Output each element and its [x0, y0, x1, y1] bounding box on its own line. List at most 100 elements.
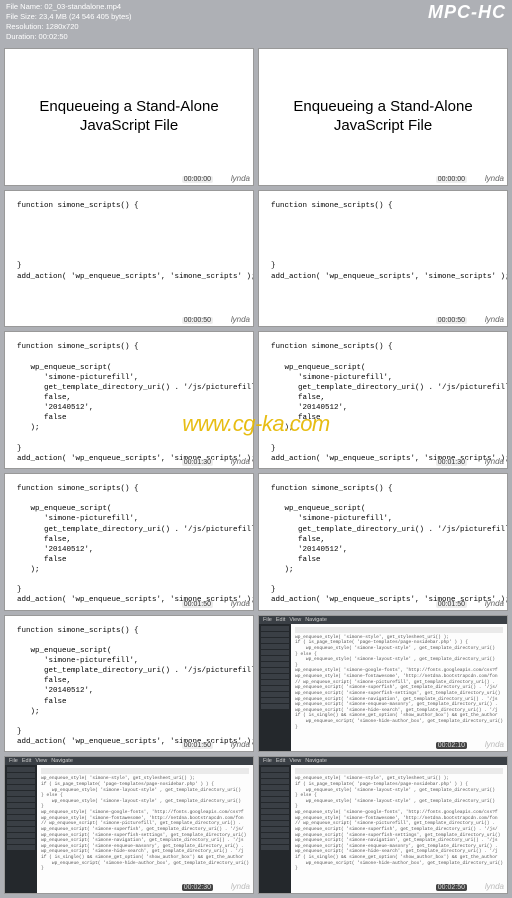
thumbnail-cell[interactable]: FileEditViewNavigatewp_enqueue_style( 's… [4, 756, 254, 894]
sidebar-item[interactable] [7, 785, 35, 790]
sidebar-item[interactable] [261, 626, 289, 631]
sidebar-item[interactable] [7, 767, 35, 772]
sidebar-item[interactable] [261, 833, 289, 838]
menu-item[interactable]: View [35, 758, 47, 764]
sidebar-item[interactable] [261, 797, 289, 802]
sidebar-item[interactable] [261, 644, 289, 649]
sidebar-item[interactable] [7, 833, 35, 838]
lynda-watermark: lynda [231, 599, 250, 608]
lynda-watermark: lynda [231, 740, 250, 749]
thumbnail-cell[interactable]: function simone_scripts() { wp_enqueue_s… [258, 473, 508, 611]
sidebar-item[interactable] [7, 839, 35, 844]
code-line: wp_enqueue_script( 'simone-hide-author_b… [295, 719, 503, 725]
sidebar-item[interactable] [261, 686, 289, 691]
sidebar-item[interactable] [261, 821, 289, 826]
editor-main[interactable]: wp_enqueue_style( 'simone-style', get_st… [37, 765, 253, 893]
editor-sidebar[interactable] [259, 624, 291, 752]
sidebar-item[interactable] [7, 809, 35, 814]
sidebar-item[interactable] [261, 803, 289, 808]
timestamp: 00:00:50 [182, 317, 213, 324]
sidebar-item[interactable] [261, 656, 289, 661]
sidebar-item[interactable] [7, 821, 35, 826]
sidebar-item[interactable] [261, 632, 289, 637]
menu-item[interactable]: Edit [276, 617, 285, 623]
sidebar-item[interactable] [261, 704, 289, 709]
timestamp: 00:01:50 [182, 742, 213, 749]
thumbnail-cell[interactable]: File Edit View Navigatewp_enqueue_style( 's… [258, 615, 508, 753]
sidebar-item[interactable] [7, 845, 35, 850]
menu-item[interactable]: Navigate [305, 758, 327, 764]
code-block: function simone_scripts() { wp_enqueue_s… [5, 332, 253, 468]
menu-item[interactable]: View [289, 617, 301, 623]
thumbnail-cell[interactable]: function simone_scripts() { wp_enqueue_s… [4, 615, 254, 753]
code-line: wp_enqueue_style( 'simone-google-fonts',… [41, 810, 249, 816]
code-line: wp_enqueue_style( 'simone-layout-style' … [41, 788, 249, 794]
timestamp: 00:01:30 [436, 459, 467, 466]
sidebar-item[interactable] [261, 827, 289, 832]
sidebar-item[interactable] [261, 767, 289, 772]
thumbnail-cell[interactable]: function simone_scripts() { wp_enqueue_s… [4, 473, 254, 611]
lynda-watermark: lynda [231, 315, 250, 324]
thumbnail-cell[interactable]: Enqueueing a Stand-Alone JavaScript File… [258, 48, 508, 186]
menu-item[interactable]: Edit [276, 758, 285, 764]
sidebar-item[interactable] [261, 680, 289, 685]
thumbnail-cell[interactable]: function simone_scripts() { wp_enqueue_s… [4, 331, 254, 469]
file-name-label: File Name: [6, 2, 42, 11]
menu-item[interactable]: Navigate [51, 758, 73, 764]
editor-tabs[interactable] [295, 768, 503, 774]
sidebar-item[interactable] [7, 815, 35, 820]
menu-item[interactable]: Edit [22, 758, 31, 764]
sidebar-item[interactable] [261, 785, 289, 790]
editor-sidebar[interactable] [259, 765, 291, 893]
file-size: 23,4 MB (24 546 405 bytes) [39, 12, 132, 21]
editor-menubar[interactable]: File Edit View Navigate [5, 757, 253, 765]
editor-main[interactable]: wp_enqueue_style( 'simone-style', get_st… [291, 624, 507, 752]
editor-tabs[interactable] [295, 627, 503, 633]
sidebar-item[interactable] [261, 698, 289, 703]
sidebar-item[interactable] [261, 845, 289, 850]
editor-menubar[interactable]: File Edit View Navigate [259, 757, 507, 765]
sidebar-item[interactable] [261, 650, 289, 655]
editor-sidebar[interactable] [5, 765, 37, 893]
editor-body: wp_enqueue_style( 'simone-style', get_st… [259, 624, 507, 752]
editor-menubar[interactable]: File Edit View Navigate [259, 616, 507, 624]
sidebar-item[interactable] [7, 827, 35, 832]
sidebar-item[interactable] [261, 815, 289, 820]
sidebar-item[interactable] [261, 674, 289, 679]
thumbnail-cell[interactable]: FileEditViewNavigatewp_enqueue_style( 's… [258, 756, 508, 894]
code-line: wp_enqueue_script( 'simone-hide-author_b… [295, 861, 503, 867]
sidebar-item[interactable] [7, 791, 35, 796]
sidebar-item[interactable] [261, 773, 289, 778]
thumbnail-cell[interactable]: Enqueueing a Stand-Alone JavaScript File… [4, 48, 254, 186]
sidebar-item[interactable] [261, 638, 289, 643]
editor-main[interactable]: wp_enqueue_style( 'simone-style', get_st… [291, 765, 507, 893]
editor-tabs[interactable] [41, 768, 249, 774]
sidebar-item[interactable] [261, 692, 289, 697]
menu-item[interactable]: View [289, 758, 301, 764]
thumbnail-cell[interactable]: function simone_scripts() { } add_action… [4, 190, 254, 328]
timestamp: 00:01:30 [182, 459, 213, 466]
thumbnail-cell[interactable]: function simone_scripts() { } add_action… [258, 190, 508, 328]
code-line: if ( is_single() && simone_get_option( '… [295, 855, 503, 861]
code-line: wp_enqueue_style( 'simone-layout-style' … [295, 788, 503, 794]
sidebar-item[interactable] [261, 662, 289, 667]
menu-item[interactable]: File [9, 758, 18, 764]
sidebar-item[interactable] [7, 797, 35, 802]
menu-item[interactable]: Navigate [305, 617, 327, 623]
menu-item[interactable]: File [263, 758, 272, 764]
menu-item[interactable]: File [263, 617, 272, 623]
sidebar-item[interactable] [261, 791, 289, 796]
sidebar-item[interactable] [7, 779, 35, 784]
thumbnail-cell[interactable]: function simone_scripts() { wp_enqueue_s… [258, 331, 508, 469]
sidebar-item[interactable] [261, 779, 289, 784]
sidebar-item[interactable] [261, 668, 289, 673]
file-name: 02_03-standalone.mp4 [44, 2, 121, 11]
sidebar-item[interactable] [261, 839, 289, 844]
sidebar-item[interactable] [7, 773, 35, 778]
sidebar-item[interactable] [261, 809, 289, 814]
timestamp: 00:01:50 [436, 601, 467, 608]
sidebar-item[interactable] [7, 803, 35, 808]
code-line: } [295, 866, 503, 872]
timestamp: 00:00:00 [436, 176, 467, 183]
code-block: function simone_scripts() { } add_action… [5, 191, 253, 286]
